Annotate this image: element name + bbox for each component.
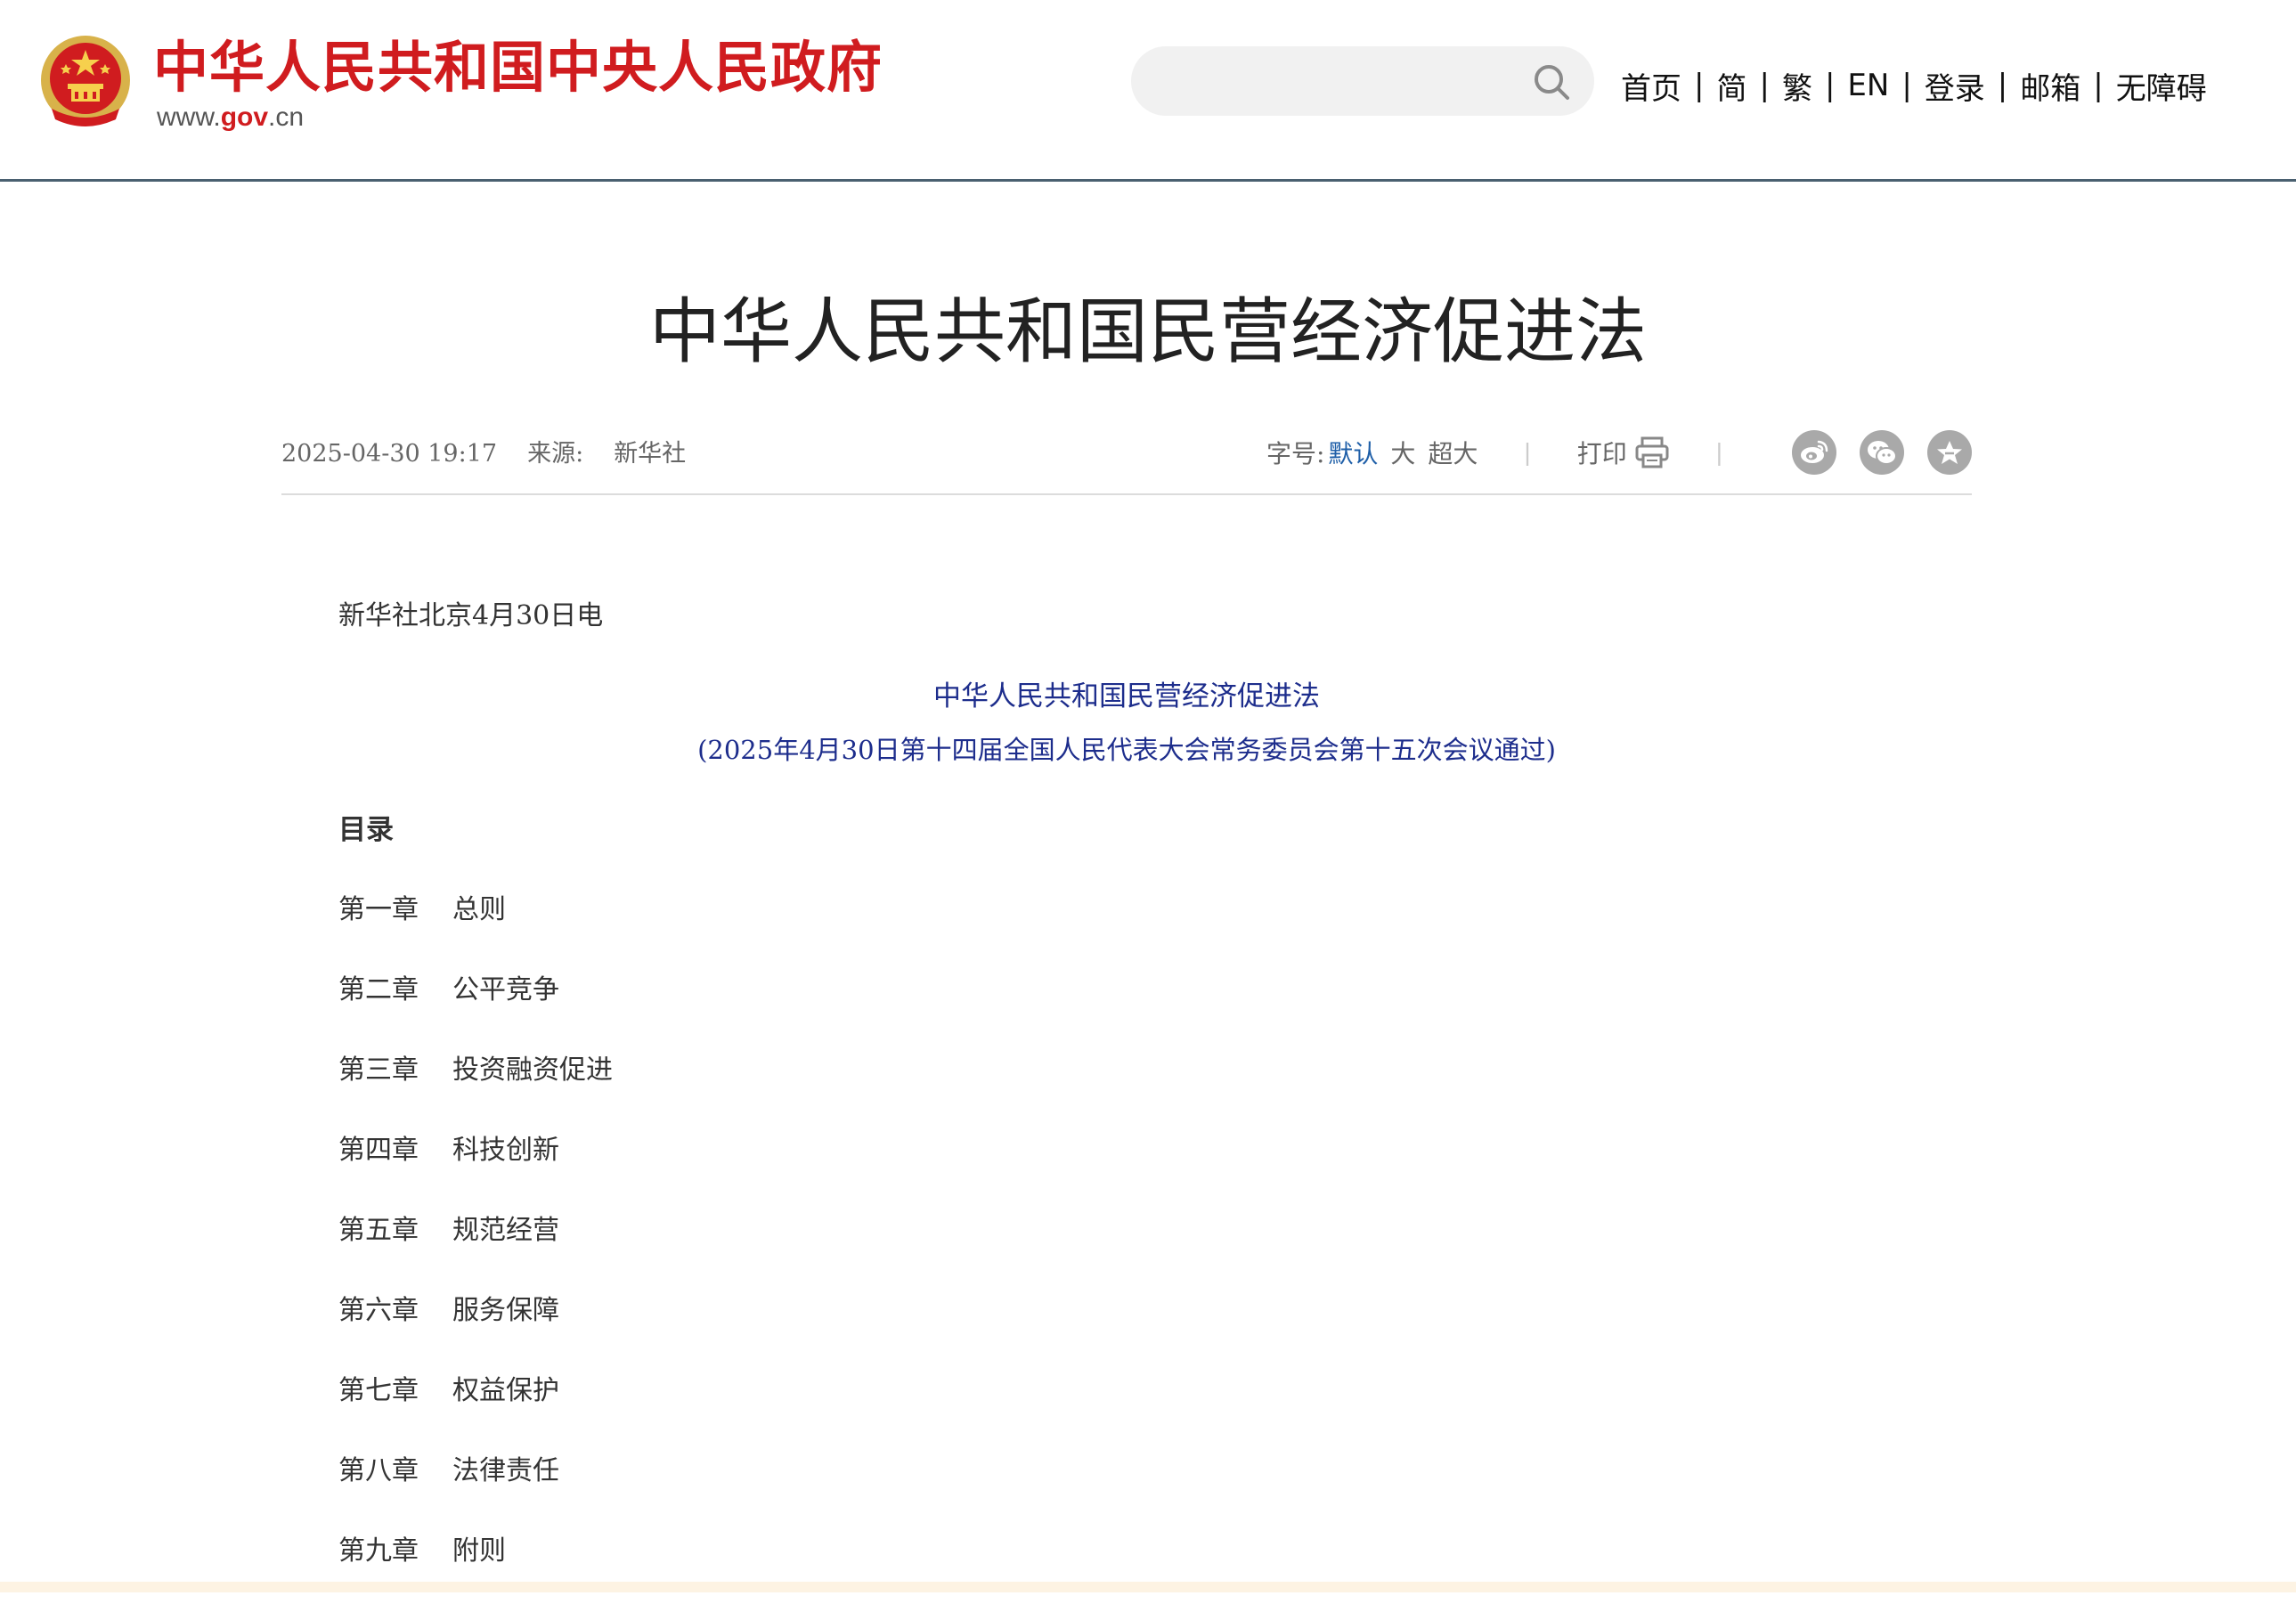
- chapter-name: 投资融资促进: [452, 1054, 613, 1086]
- wechat-icon[interactable]: [1860, 430, 1904, 475]
- chapter-number: 第二章: [338, 974, 419, 1005]
- toc-item: 第三章 投资融资促进: [338, 1051, 613, 1131]
- nav-separator: |: [2093, 68, 2104, 103]
- chapter-number: 第九章: [338, 1535, 419, 1567]
- law-subheading: (2025年4月30日第十四届全国人民代表大会常务委员会第十五次会议通过): [697, 735, 1556, 765]
- nav-english[interactable]: EN: [1847, 68, 1889, 103]
- nav-separator: |: [1997, 68, 2008, 103]
- toc-item: 第八章 法律责任: [338, 1452, 613, 1532]
- chapter-name: 附则: [452, 1535, 506, 1567]
- nav-home[interactable]: 首页: [1621, 64, 1681, 108]
- chapter-number: 第六章: [338, 1295, 419, 1326]
- article-meta-bar: 2025-04-30 19:17 来源: 新华社 字号: 默认 大 超大 | 打印 …: [281, 426, 1972, 495]
- tool-divider: |: [1715, 438, 1722, 466]
- chapter-name: 规范经营: [452, 1215, 559, 1246]
- source-name: 新华社: [614, 440, 687, 468]
- nav-separator: |: [1759, 68, 1770, 103]
- toc-title: 目录: [338, 814, 394, 846]
- law-heading: 中华人民共和国民营经济促进法: [933, 680, 1320, 712]
- chapter-name: 服务保障: [452, 1295, 559, 1326]
- nav-accessibility[interactable]: 无障碍: [2116, 64, 2207, 108]
- chapter-name: 公平竞争: [452, 974, 559, 1005]
- article-tools: 字号: 默认 大 超大 | 打印 |: [1266, 426, 1972, 479]
- chapter-number: 第三章: [338, 1054, 419, 1086]
- toc-item: 第九章 附则: [338, 1532, 613, 1612]
- nav-separator: |: [1694, 68, 1705, 103]
- tool-divider: |: [1524, 438, 1531, 466]
- print-button[interactable]: 打印: [1577, 435, 1670, 470]
- site-url[interactable]: www.gov.cn: [157, 100, 304, 135]
- chapter-number: 第四章: [338, 1135, 419, 1166]
- search-box: [1131, 46, 1594, 116]
- toc-item: 第一章 总则: [338, 891, 613, 971]
- font-size-label: 字号:: [1266, 439, 1325, 468]
- page-bottom-strip: [0, 1582, 2296, 1592]
- print-label: 打印: [1576, 439, 1627, 468]
- site-title[interactable]: 中华人民共和国中央人民政府: [153, 32, 883, 103]
- site-header: 中华人民共和国中央人民政府 www.gov.cn 首页 | 简 | 繁 | EN…: [0, 0, 2296, 182]
- nav-simplified[interactable]: 简: [1716, 64, 1746, 108]
- article-meta-info: 2025-04-30 19:17 来源: 新华社: [281, 435, 716, 474]
- chapter-number: 第八章: [338, 1455, 419, 1486]
- top-nav: 首页 | 简 | 繁 | EN | 登录 | 邮箱 | 无障碍: [1621, 59, 2207, 112]
- search-icon[interactable]: [1530, 61, 1573, 103]
- site-url-domain: gov: [220, 102, 269, 132]
- font-size-default[interactable]: 默认: [1328, 435, 1378, 470]
- chapter-number: 第五章: [338, 1215, 419, 1246]
- favorite-icon[interactable]: [1927, 430, 1972, 475]
- font-size-extra-large[interactable]: 超大: [1428, 435, 1478, 470]
- nav-login[interactable]: 登录: [1925, 64, 1985, 108]
- toc-list: 第一章 总则 第二章 公平竞争 第三章 投资融资促进 第四章 科技创新 第五章 规范经营 …: [338, 891, 613, 1612]
- printer-icon: [1635, 436, 1669, 468]
- site-url-prefix: www.: [157, 102, 221, 132]
- toc-item: 第五章 规范经营: [338, 1211, 613, 1291]
- nav-separator: |: [1901, 68, 1912, 103]
- toc-item: 第七章 权益保护: [338, 1372, 613, 1452]
- chapter-number: 第七章: [338, 1375, 419, 1406]
- chapter-name: 法律责任: [452, 1455, 559, 1486]
- national-emblem-icon[interactable]: [39, 34, 132, 132]
- site-url-suffix: .cn: [268, 102, 305, 132]
- chapter-name: 权益保护: [452, 1375, 559, 1406]
- toc-item: 第四章 科技创新: [338, 1131, 613, 1211]
- source-label: 来源:: [527, 440, 584, 468]
- chapter-name: 总则: [452, 894, 506, 925]
- publish-datetime: 2025-04-30 19:17: [281, 440, 498, 468]
- nav-mailbox[interactable]: 邮箱: [2020, 64, 2080, 108]
- search-input[interactable]: [1158, 55, 1514, 107]
- chapter-number: 第一章: [338, 894, 419, 925]
- toc-item: 第二章 公平竞争: [338, 971, 613, 1051]
- nav-traditional[interactable]: 繁: [1782, 64, 1812, 108]
- chapter-name: 科技创新: [452, 1135, 559, 1166]
- font-size-large[interactable]: 大: [1390, 435, 1415, 470]
- article-title: 中华人民共和国民营经济促进法: [649, 290, 1647, 373]
- nav-separator: |: [1824, 68, 1836, 103]
- toc-item: 第六章 服务保障: [338, 1291, 613, 1372]
- article-dateline: 新华社北京4月30日电: [338, 600, 604, 631]
- weibo-icon[interactable]: [1792, 430, 1836, 475]
